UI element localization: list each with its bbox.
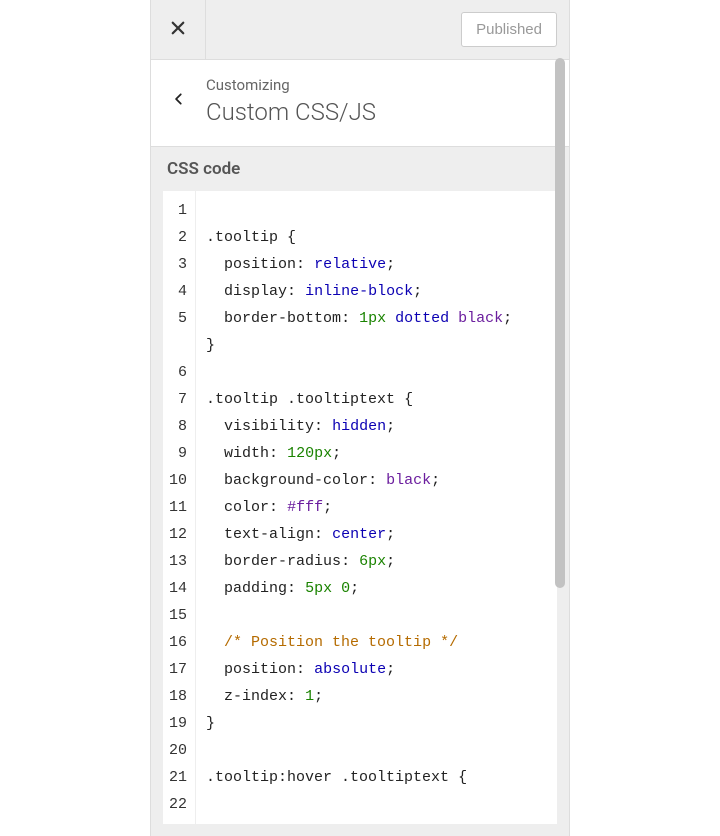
section-header: Customizing Custom CSS/JS (151, 60, 569, 147)
breadcrumb: Customizing (206, 76, 559, 94)
code-area[interactable]: .tooltip { position: relative; display: … (196, 191, 557, 824)
section-label: CSS code (151, 147, 569, 191)
code-editor[interactable]: 12345 678910111213141516171819202122 .to… (163, 191, 557, 824)
close-icon (169, 19, 187, 41)
page-title: Custom CSS/JS (206, 98, 559, 126)
scrollbar-thumb[interactable] (555, 58, 565, 588)
line-gutter: 12345 678910111213141516171819202122 (163, 191, 196, 824)
close-button[interactable] (151, 0, 206, 60)
customizer-panel: Published Customizing Custom CSS/JS CSS … (150, 0, 570, 836)
panel-scrollbar[interactable] (555, 58, 565, 820)
chevron-left-icon (172, 90, 186, 112)
back-button[interactable] (151, 90, 206, 112)
published-button[interactable]: Published (461, 12, 557, 47)
topbar: Published (151, 0, 569, 60)
